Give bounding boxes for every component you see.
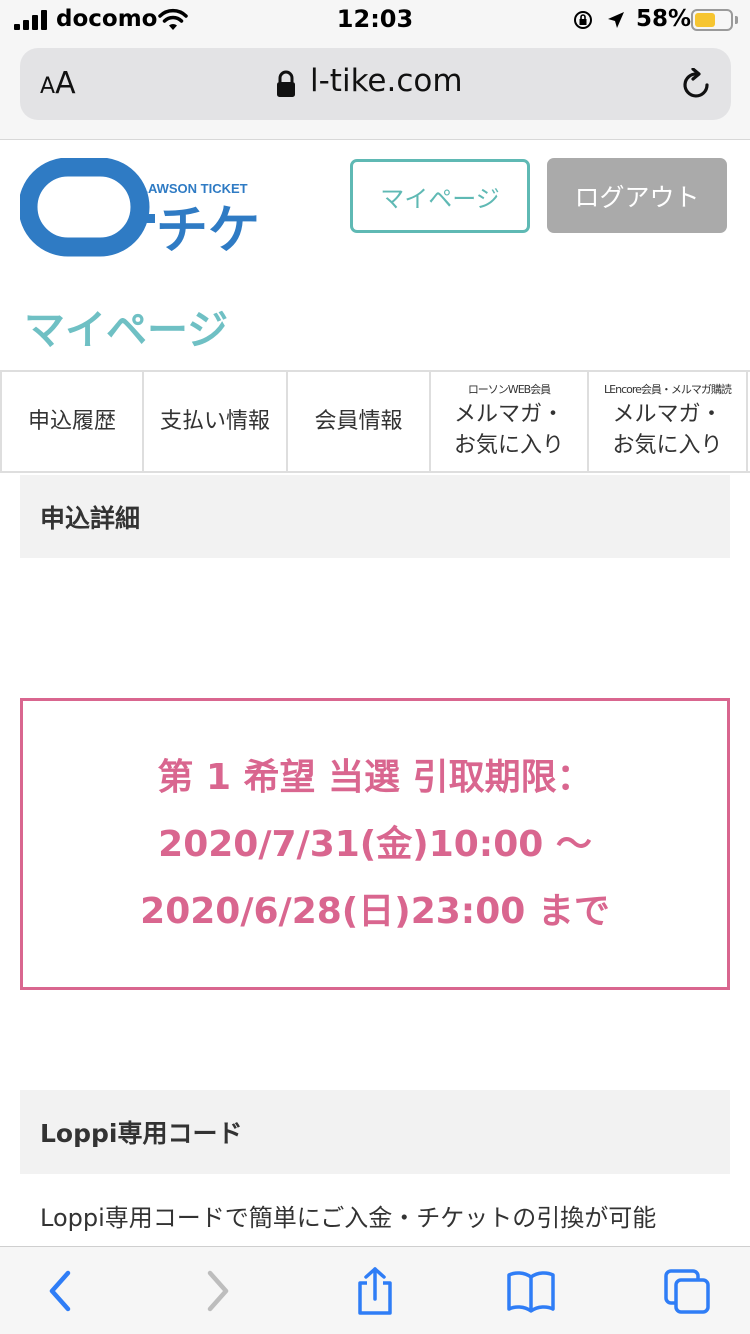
- browser-address-bar: AA l-tike.com: [0, 40, 750, 140]
- tab-application-history[interactable]: 申込履歴: [0, 372, 144, 471]
- url-field[interactable]: AA l-tike.com: [20, 48, 731, 120]
- svg-text:LAWSON TICKET: LAWSON TICKET: [140, 181, 248, 196]
- svg-text:チケ: チケ: [156, 201, 260, 258]
- orientation-lock-icon: [574, 11, 592, 29]
- battery-percent: 58%: [636, 6, 692, 32]
- logo-graphic: LAWSON TICKET チケ: [18, 157, 260, 261]
- section-header-application-details: 申込詳細: [20, 475, 730, 558]
- url-text[interactable]: l-tike.com: [310, 63, 463, 99]
- section-header-loppi-code: Loppi専用コード: [20, 1090, 730, 1174]
- bookmarks-icon[interactable]: [506, 1267, 556, 1315]
- browser-toolbar: [0, 1246, 750, 1334]
- tab-lawson-web-newsletter[interactable]: ローソンWEB会員 メルマガ・ お気に入り: [431, 372, 589, 471]
- loppi-description: Loppi専用コードで簡単にご入金・チケットの引換が可能: [40, 1204, 657, 1232]
- text-size-button[interactable]: AA: [40, 66, 76, 101]
- lock-icon: [277, 70, 295, 97]
- logout-button[interactable]: ログアウト: [547, 158, 727, 233]
- lawson-ticket-logo[interactable]: LAWSON TICKET チケ: [18, 157, 272, 261]
- mypage-button[interactable]: マイページ: [350, 159, 530, 233]
- tab-lencore-newsletter[interactable]: LEncore会員・メルマガ購読 メルマガ・ お気に入り: [589, 372, 748, 471]
- status-bar: docomo 12:03 58%: [0, 0, 750, 40]
- battery-level: [695, 13, 715, 27]
- lottery-result-notice: 第 1 希望 当選 引取期限： 2020/7/31(金)10:00 ～ 2020…: [20, 698, 730, 990]
- reload-icon[interactable]: [680, 68, 714, 102]
- notice-line-end: 2020/6/28(日)23:00 まで: [140, 890, 610, 932]
- notice-line-start: 2020/7/31(金)10:00 ～: [158, 823, 592, 865]
- battery-cap: [735, 16, 738, 24]
- page-title: マイページ: [24, 306, 229, 354]
- location-arrow-icon: [608, 12, 624, 28]
- battery-icon: [691, 9, 733, 31]
- tab-payment-info[interactable]: 支払い情報: [144, 372, 288, 471]
- back-icon[interactable]: [36, 1267, 86, 1315]
- share-icon[interactable]: [350, 1267, 400, 1315]
- notice-line-result: 第 1 希望 当選 引取期限：: [157, 756, 593, 798]
- tab-member-info[interactable]: 会員情報: [288, 372, 431, 471]
- mypage-tabs: 申込履歴 支払い情報 会員情報 ローソンWEB会員 メルマガ・ お気に入り LE…: [0, 370, 750, 473]
- forward-icon[interactable]: [192, 1267, 242, 1315]
- tabs-icon[interactable]: [662, 1267, 712, 1315]
